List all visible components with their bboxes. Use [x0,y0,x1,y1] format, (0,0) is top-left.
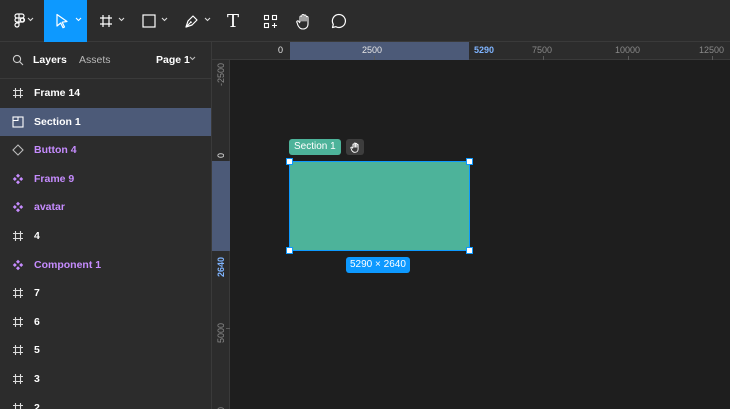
chevron-down-icon [118,17,125,22]
layer-name: 7 [34,287,40,300]
chevron-down-icon[interactable] [189,56,196,61]
layer-name: avatar [34,201,65,214]
layer-name: 6 [34,315,40,328]
resize-handle-top-left[interactable] [286,158,293,165]
move-tool-button[interactable] [44,0,87,42]
ruler-label: 5000 [216,322,226,343]
layer-name: Component 1 [34,258,102,271]
layer-row[interactable]: 7 [0,279,211,307]
section-icon [12,115,26,129]
chevron-down-icon [161,17,168,22]
frame-icon [12,86,26,100]
layer-name: 5 [34,344,40,357]
section-frame[interactable] [289,161,470,251]
ruler-label: 7500 [532,45,553,55]
layer-row[interactable]: 4 [0,222,211,250]
layer-row[interactable]: Component 1 [0,251,211,279]
layer-name: 3 [34,373,40,385]
layer-row[interactable]: 2 [0,394,211,409]
layer-name: 2 [34,401,40,409]
frame-icon [12,286,26,300]
text-tool-button[interactable]: T [218,0,248,42]
layer-name: Button 4 [34,144,77,157]
canvas[interactable]: Section 1 5290 × 2640 [230,60,730,409]
main-menu-button[interactable] [0,0,42,42]
ruler-label: 5290 [474,45,495,55]
ruler-label: 2640 [216,256,226,277]
ruler-label: 2500 [362,45,383,55]
components-icon [263,14,277,28]
layers-panel: Layers Assets Page 1 Frame 14 Section 1 Bu… [0,42,212,409]
chevron-down-icon [27,17,34,22]
layer-name: Frame 14 [34,87,81,99]
layer-row[interactable]: 3 [0,365,211,393]
speech-bubble-icon [331,13,347,29]
frame-tool-button[interactable] [90,0,130,42]
layer-name: Frame 9 [34,172,75,185]
text-icon: T [226,10,239,32]
vertical-ruler[interactable]: -2500 0 2640 5000 0 [212,60,230,409]
ruler-label: 12500 [699,45,725,55]
rectangle-icon [142,14,156,28]
frame-icon [12,401,26,409]
section-label[interactable]: Section 1 [289,139,341,155]
frame-icon [12,372,26,386]
layer-row[interactable]: 5 [0,336,211,364]
frame-icon [12,229,26,243]
panel-tabs: Layers Assets Page 1 [0,42,211,79]
instance-icon [12,143,26,157]
cursor-arrow-icon [55,13,68,29]
pen-tool-button[interactable] [176,0,214,42]
layer-row[interactable]: Button 4 [0,136,211,164]
tab-assets[interactable]: Assets [79,54,111,66]
component-icon [12,200,26,214]
layer-row[interactable]: Section 1 [0,107,211,136]
tab-layers[interactable]: Layers [33,54,67,66]
resources-tool-button[interactable] [256,0,284,42]
grab-section-button[interactable] [346,139,364,155]
layer-row[interactable]: Frame 9 [0,165,211,193]
ruler-label: -2500 [216,62,226,86]
ruler-label: 10000 [615,45,641,55]
hand-tool-button[interactable] [290,0,318,42]
size-badge: 5290 × 2640 [346,257,410,273]
shape-tool-button[interactable] [134,0,172,42]
frame-icon [12,315,26,329]
layer-name: 4 [34,230,40,242]
layer-name: Section 1 [34,115,81,128]
resize-handle-top-right[interactable] [466,158,473,165]
ruler-selection-highlight [212,161,230,251]
pen-icon [184,14,198,28]
comment-tool-button[interactable] [325,0,353,42]
frame-icon [12,343,26,357]
horizontal-ruler[interactable]: 0 2500 5290 7500 10000 12500 [212,42,730,60]
hash-icon [100,15,112,27]
component-icon [12,258,26,272]
resize-handle-bottom-right[interactable] [466,247,473,254]
toolbar: T [0,0,730,42]
resize-handle-bottom-left[interactable] [286,247,293,254]
layer-row[interactable]: 6 [0,308,211,336]
hand-icon [349,142,359,153]
figma-logo-icon [14,13,26,28]
chevron-down-icon [75,17,82,22]
ruler-label: 0 [278,45,284,55]
search-icon[interactable] [12,54,24,66]
hand-icon [296,13,309,30]
layer-row[interactable]: Frame 14 [0,79,211,107]
chevron-down-icon [204,17,211,22]
page-selector[interactable]: Page 1 [156,54,190,66]
layer-row[interactable]: avatar [0,193,211,221]
ruler-label: 0 [216,152,226,158]
component-icon [12,172,26,186]
